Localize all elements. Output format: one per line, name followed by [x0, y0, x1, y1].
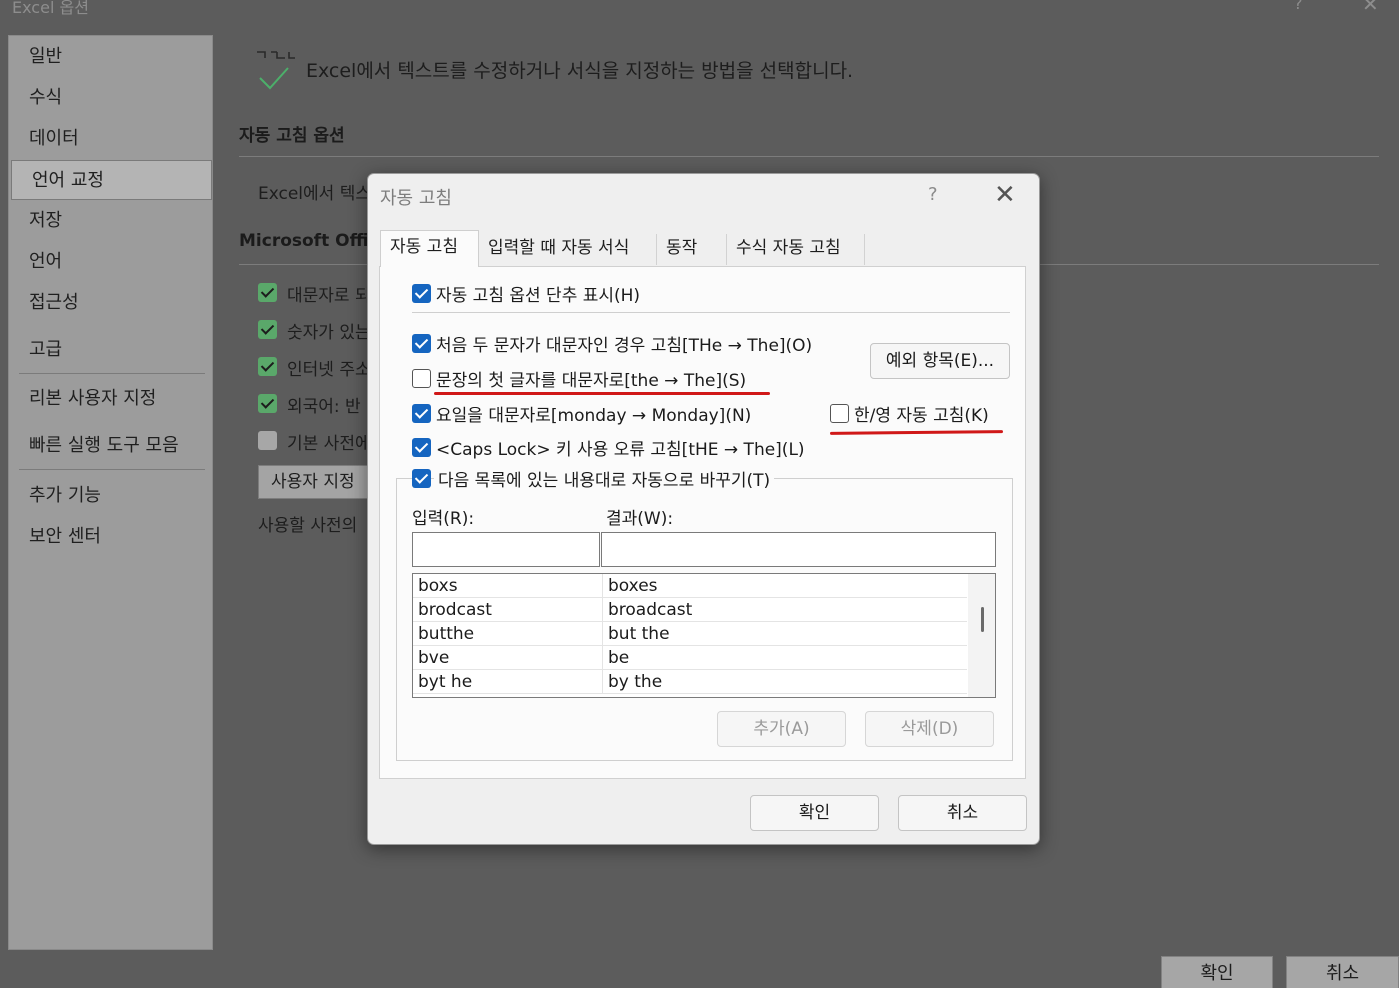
replace-cell: byt he: [413, 670, 603, 694]
sidebar-item-quick-access-toolbar[interactable]: 빠른 실행 도구 모음: [9, 426, 212, 466]
with-field-label: 결과(W):: [606, 509, 674, 529]
sidebar-item-formulas[interactable]: 수식: [9, 78, 212, 118]
red-underline-annotation: [434, 392, 770, 395]
option-checkbox-internet[interactable]: [258, 357, 277, 376]
list-item[interactable]: brodcast broadcast: [413, 598, 967, 622]
sidebar-item-general[interactable]: 일반: [9, 37, 212, 77]
sidebar-item-save[interactable]: 저장: [9, 201, 212, 241]
caps-lock-checkbox[interactable]: [412, 438, 431, 457]
list-item[interactable]: byt he by the: [413, 670, 967, 694]
sidebar: 일반 수식 데이터 언어 교정 저장 언어 접근성 고급 리본 사용자 지정 빠…: [8, 35, 213, 950]
with-cell: be: [608, 648, 630, 668]
autocorrect-dialog: 자동 고침 ? ✕ 자동 고침 입력할 때 자동 서식 동작 수식 자동 고침 …: [367, 173, 1040, 845]
tab-math-autocorrect[interactable]: 수식 자동 고침: [727, 234, 865, 265]
exceptions-button[interactable]: 예외 항목(E)...: [870, 343, 1010, 379]
show-buttons-checkbox[interactable]: [412, 284, 431, 303]
sidebar-item-language[interactable]: 언어: [9, 242, 212, 282]
option-label-uppercase: 대문자로 되: [287, 286, 371, 306]
sidebar-item-accessibility[interactable]: 접근성: [9, 283, 212, 323]
caps-lock-label: <Caps Lock> 키 사용 오류 고침[tHE → The](L): [436, 440, 805, 460]
two-initial-caps-label: 처음 두 문자가 대문자인 경우 고침[THe → The](O): [436, 336, 813, 356]
close-icon[interactable]: ✕: [1362, 0, 1379, 16]
option-checkbox-foreign[interactable]: [258, 394, 277, 413]
list-item[interactable]: bve be: [413, 646, 967, 670]
option-label-foreign: 외국어: 반: [287, 397, 361, 417]
option-checkbox-main-dictionary[interactable]: [258, 431, 277, 450]
tab-autocorrect[interactable]: 자동 고침: [380, 230, 479, 267]
sidebar-item-advanced[interactable]: 고급: [9, 330, 212, 370]
office-options-heading: Microsoft Offic: [239, 231, 379, 251]
cancel-button[interactable]: 취소: [1286, 956, 1399, 988]
option-checkbox-uppercase[interactable]: [258, 283, 277, 302]
dialog-cancel-button[interactable]: 취소: [898, 795, 1027, 831]
with-cell: broadcast: [608, 600, 693, 620]
scrollbar-thumb[interactable]: [981, 607, 984, 632]
proofing-icon: [257, 51, 295, 90]
help-icon[interactable]: ?: [1294, 0, 1303, 13]
page-title: Excel에서 텍스트를 수정하거나 서식을 지정하는 방법을 선택합니다.: [306, 60, 854, 82]
sidebar-item-trust-center[interactable]: 보안 센터: [9, 517, 212, 557]
replace-cell: butthe: [413, 622, 603, 646]
replacement-list[interactable]: boxs boxes brodcast broadcast butthe but…: [412, 573, 996, 698]
list-scrollbar[interactable]: [968, 574, 995, 697]
with-cell: boxes: [608, 576, 658, 596]
hangul-english-checkbox[interactable]: [830, 404, 849, 423]
dialog-divider: [412, 312, 1010, 313]
with-input[interactable]: [601, 532, 996, 567]
tab-autoformat-as-you-type[interactable]: 입력할 때 자동 서식: [479, 234, 657, 265]
replace-field-label: 입력(R):: [412, 509, 475, 529]
capitalize-days-checkbox[interactable]: [412, 404, 431, 423]
hangul-english-label: 한/영 자동 고침(K): [854, 406, 989, 426]
dialog-ok-button[interactable]: 확인: [750, 795, 879, 831]
with-cell: but the: [608, 624, 670, 644]
custom-dictionaries-button[interactable]: 사용자 지정: [258, 465, 378, 499]
capitalize-days-label: 요일을 대문자로[monday → Monday](N): [436, 406, 752, 426]
tab-actions[interactable]: 동작: [657, 234, 727, 265]
replace-cell: brodcast: [413, 598, 603, 622]
dialog-title: 자동 고침: [380, 188, 452, 209]
sidebar-item-customize-ribbon[interactable]: 리본 사용자 지정: [9, 379, 212, 419]
sidebar-divider: [19, 469, 205, 470]
show-buttons-label: 자동 고침 옵션 단추 표시(H): [436, 286, 641, 306]
replace-cell: bve: [413, 646, 603, 670]
autocorrect-description: Excel에서 텍스: [258, 184, 371, 204]
dictionary-language-label: 사용할 사전의: [258, 516, 358, 536]
sidebar-divider: [19, 373, 205, 374]
sidebar-item-data[interactable]: 데이터: [9, 119, 212, 159]
list-item[interactable]: butthe but the: [413, 622, 967, 646]
replace-cell: boxs: [413, 574, 603, 598]
autocorrect-options-heading: 자동 고침 옵션: [239, 126, 345, 146]
option-label-numbers: 숫자가 있는: [287, 323, 371, 343]
dialog-help-icon[interactable]: ?: [928, 184, 938, 205]
option-label-internet: 인터넷 주소: [287, 360, 371, 380]
sidebar-item-add-ins[interactable]: 추가 기능: [9, 476, 212, 516]
with-cell: by the: [608, 672, 663, 692]
delete-button[interactable]: 삭제(D): [865, 711, 994, 747]
replace-input[interactable]: [412, 532, 600, 567]
add-button[interactable]: 추가(A): [717, 711, 846, 747]
replace-text-checkbox[interactable]: [412, 469, 431, 488]
capitalize-first-letter-label: 문장의 첫 글자를 대문자로[the → The](S): [436, 371, 747, 391]
option-label-main-dictionary: 기본 사전에: [287, 434, 371, 454]
ok-button[interactable]: 확인: [1161, 956, 1273, 988]
option-checkbox-numbers[interactable]: [258, 320, 277, 339]
dialog-close-icon[interactable]: ✕: [994, 180, 1016, 210]
capitalize-first-letter-checkbox[interactable]: [412, 369, 431, 388]
sidebar-item-proofing[interactable]: 언어 교정: [11, 160, 212, 200]
two-initial-caps-checkbox[interactable]: [412, 334, 431, 353]
section-divider: [239, 156, 1379, 157]
replace-text-label: 다음 목록에 있는 내용대로 자동으로 바꾸기(T): [434, 466, 775, 491]
window-title: Excel 옵션: [12, 0, 89, 17]
list-item[interactable]: boxs boxes: [413, 574, 967, 598]
